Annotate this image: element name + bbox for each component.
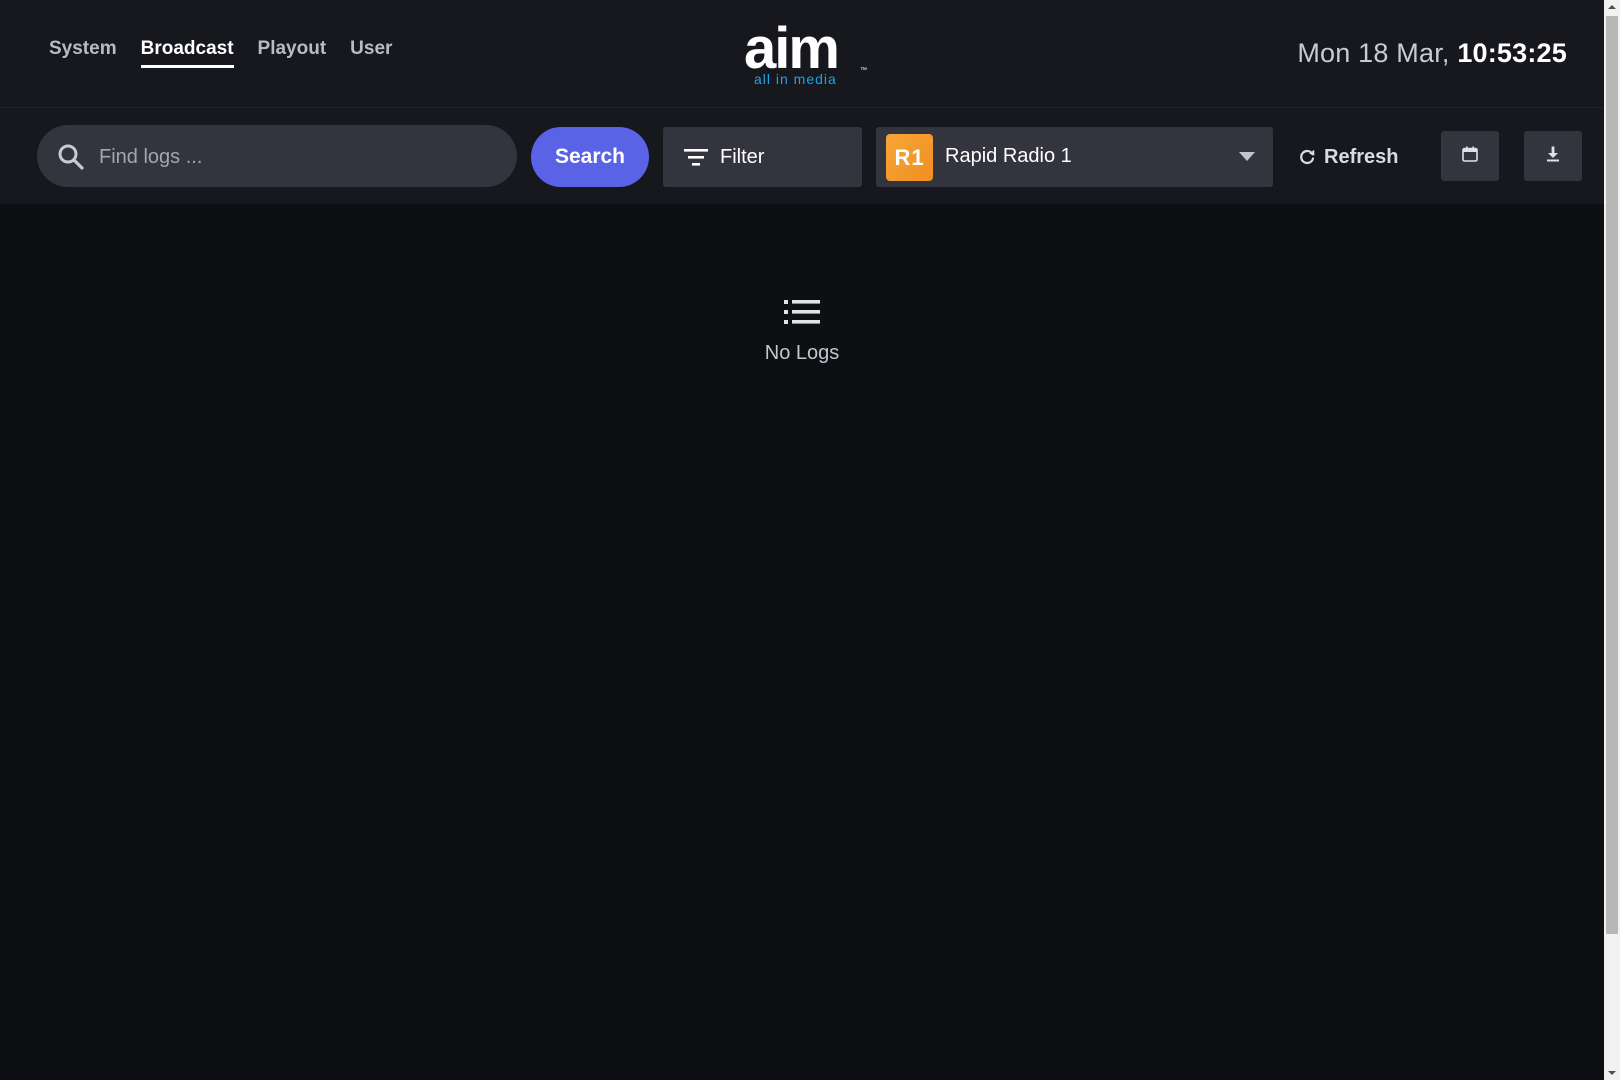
- calendar-button[interactable]: [1441, 131, 1499, 181]
- clock-time: 10:53:25: [1457, 38, 1567, 68]
- log-toolbar: Search Filter R1 Rapid Radio 1 Refresh: [0, 108, 1604, 204]
- aim-logo: aim ™ all in media: [744, 18, 867, 87]
- date-time-clock: Mon 18 Mar, 10:53:25: [1297, 38, 1567, 69]
- download-button[interactable]: [1524, 131, 1582, 181]
- top-header: System Broadcast Playout User aim ™ all …: [0, 0, 1604, 108]
- empty-state: No Logs: [0, 300, 1604, 365]
- scrollbar-thumb[interactable]: [1606, 16, 1618, 934]
- main-nav: System Broadcast Playout User: [49, 38, 392, 68]
- station-name: Rapid Radio 1: [945, 145, 1072, 167]
- refresh-icon: [1300, 149, 1315, 165]
- app-root: System Broadcast Playout User aim ™ all …: [0, 0, 1604, 1080]
- scroll-down-icon[interactable]: [1608, 1071, 1616, 1075]
- clock-date: Mon 18 Mar,: [1297, 38, 1450, 68]
- list-icon: [784, 300, 820, 324]
- calendar-icon: [1462, 146, 1478, 162]
- filter-button[interactable]: Filter: [663, 127, 862, 187]
- logo-trademark: ™: [860, 67, 867, 74]
- nav-item-broadcast[interactable]: Broadcast: [140, 38, 234, 68]
- log-list-area: No Logs: [0, 204, 1604, 1080]
- nav-item-playout[interactable]: Playout: [258, 38, 327, 68]
- page-scrollbar[interactable]: [1604, 0, 1620, 1080]
- refresh-label: Refresh: [1324, 145, 1399, 168]
- scroll-up-icon[interactable]: [1608, 5, 1616, 9]
- search-box[interactable]: [37, 125, 517, 187]
- empty-state-text: No Logs: [764, 342, 840, 364]
- nav-item-user[interactable]: User: [350, 38, 392, 68]
- filter-label: Filter: [720, 145, 765, 168]
- station-select[interactable]: R1 Rapid Radio 1: [876, 127, 1273, 187]
- filter-icon: [684, 149, 708, 166]
- logo-tagline: all in media: [754, 71, 837, 87]
- chevron-down-icon: [1239, 152, 1255, 161]
- refresh-button[interactable]: Refresh: [1292, 127, 1404, 187]
- search-button[interactable]: Search: [531, 127, 649, 187]
- search-icon: [58, 144, 84, 170]
- search-input[interactable]: [97, 137, 501, 177]
- download-icon: [1547, 146, 1559, 162]
- station-badge: R1: [886, 134, 933, 181]
- nav-item-system[interactable]: System: [49, 38, 117, 68]
